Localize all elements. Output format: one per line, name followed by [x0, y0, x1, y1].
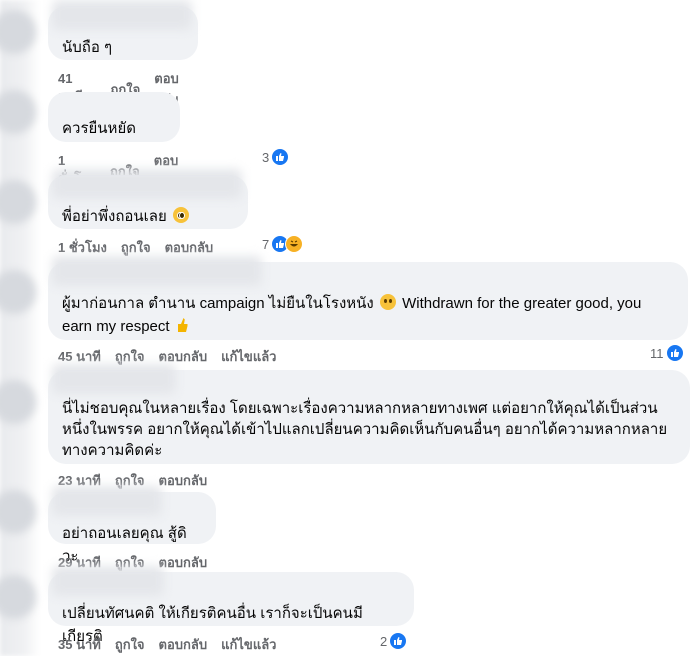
reaction-count: 2: [380, 633, 388, 649]
comment-bubble: อย่าถอนเลยคุณ สู้ดิวะ: [48, 486, 216, 565]
like-icon: [389, 632, 408, 650]
comment-text: นับถือ ๆ: [62, 39, 113, 56]
reaction-count: 3: [262, 149, 270, 165]
commenter-name[interactable]: [52, 256, 262, 286]
comment-1: นับถือ ๆ 41 นาที ถูกใจ ตอบกลับ: [48, 0, 198, 107]
comment-text-line: Withdrawn for the greater good, you: [397, 295, 642, 312]
comment-bubble: นี่ไม่ชอบคุณในหลายเรื่อง โดยเฉพาะเรื่องค…: [48, 364, 690, 464]
reply-action[interactable]: ตอบกลับ: [159, 552, 208, 573]
like-icon: [665, 344, 684, 362]
comment-bubble: ผู้มาก่อนกาล ตำนาน campaign ไม่ยืนในโรงห…: [48, 256, 688, 340]
comment-2: ควรยืนหยัด 1 ชั่วโมง ถูกใจ ตอบกลับ 3: [48, 92, 290, 189]
comment-meta: 1 ชั่วโมง ถูกใจ ตอบกลับ: [58, 237, 213, 258]
reply-action[interactable]: ตอบกลับ: [165, 237, 214, 258]
reaction-count: 11: [650, 345, 664, 361]
comment-bubble: พี่อย่าพึ่งถอนเลย: [48, 169, 248, 229]
reaction-summary[interactable]: 7: [262, 235, 304, 253]
haha-icon: [285, 235, 304, 253]
comment-text-body: พี่อย่าพึ่งถอนเลย: [62, 208, 167, 225]
reply-action[interactable]: ตอบกลับ: [159, 470, 208, 491]
commenter-name[interactable]: [52, 566, 164, 596]
comment-text: ควรยืนหยัด: [62, 120, 136, 137]
comment-7: เปลี่ยนทัศนคติ ให้เกียรติคนอื่น เราก็จะเ…: [48, 566, 414, 652]
comment-meta: 35 นาที ถูกใจ ตอบกลับ แก้ไขแล้ว: [58, 634, 276, 655]
commenter-name[interactable]: [52, 364, 176, 394]
reaction-count: 7: [262, 236, 270, 252]
comment-bubble: เปลี่ยนทัศนคติ ให้เกียรติคนอื่น เราก็จะเ…: [48, 566, 414, 645]
reply-action[interactable]: ตอบกลับ: [159, 634, 208, 655]
comment-6: อย่าถอนเลยคุณ สู้ดิวะ 29 นาที ถูกใจ ตอบก…: [48, 486, 216, 570]
commenter-name[interactable]: [52, 486, 162, 516]
commenter-name[interactable]: [52, 0, 192, 30]
reaction-summary[interactable]: 3: [262, 148, 290, 166]
comment-5: นี่ไม่ชอบคุณในหลายเรื่อง โดยเฉพาะเรื่องค…: [48, 364, 690, 488]
comment-bubble: นับถือ ๆ: [48, 0, 198, 60]
reaction-summary[interactable]: 2: [380, 632, 408, 650]
comment-text-line: earn my respect: [62, 318, 170, 335]
comment-time[interactable]: 1 ชั่วโมง: [58, 237, 107, 258]
comment-3: พี่อย่าพึ่งถอนเลย 1 ชั่วโมง ถูกใจ ตอบกลั…: [48, 169, 304, 255]
edited-label: แก้ไขแล้ว: [221, 349, 277, 364]
like-action[interactable]: ถูกใจ: [115, 634, 145, 655]
comment-4: ผู้มาก่อนกาล ตำนาน campaign ไม่ยืนในโรงห…: [48, 256, 688, 364]
pleading-face-icon: [172, 207, 189, 223]
edited-label: แก้ไขแล้ว: [221, 637, 277, 652]
smiling-face-icon: [379, 294, 396, 310]
comment-text: พี่อย่าพึ่งถอนเลย: [62, 205, 234, 228]
comment-text: ผู้มาก่อนกาล ตำนาน campaign ไม่ยืนในโรงห…: [62, 292, 674, 338]
reaction-summary[interactable]: 11: [650, 344, 684, 362]
like-icon: [271, 148, 290, 166]
commenter-name[interactable]: [52, 169, 242, 199]
comment-text: นี่ไม่ชอบคุณในหลายเรื่อง โดยเฉพาะเรื่องค…: [62, 400, 668, 459]
comment-time[interactable]: 35 นาที: [58, 634, 101, 655]
comment-text-line: ผู้มาก่อนกาล ตำนาน campaign ไม่ยืนในโรงห…: [62, 295, 374, 312]
like-action[interactable]: ถูกใจ: [121, 237, 151, 258]
comment-bubble: ควรยืนหยัด: [48, 92, 180, 142]
thumbs-up-icon: [177, 318, 188, 332]
